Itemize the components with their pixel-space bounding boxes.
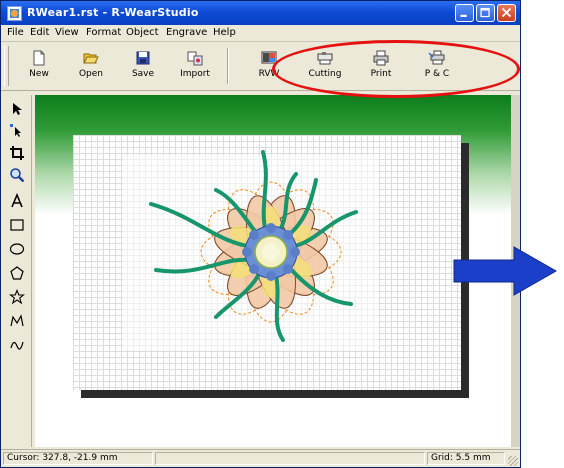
cursor-position: Cursor: 327.8, -21.9 mm — [3, 452, 153, 465]
rectangle-icon — [10, 219, 24, 231]
print-label: Print — [370, 69, 392, 79]
grid-size: Grid: 5.5 mm — [427, 452, 505, 465]
save-button[interactable]: Save — [119, 46, 167, 86]
polygon-icon — [10, 266, 24, 280]
polyline-icon — [10, 314, 24, 327]
tools-panel — [5, 95, 32, 447]
menu-bar: File Edit View Format Object Engrave Hel… — [1, 25, 520, 42]
toolbar-separator — [227, 48, 229, 84]
rvw-label: RVW — [258, 69, 280, 79]
new-label: New — [29, 69, 49, 79]
app-icon — [7, 6, 22, 21]
select-tool[interactable] — [7, 99, 27, 119]
ellipse-tool[interactable] — [7, 239, 27, 259]
rvw-button[interactable]: RVW — [245, 46, 293, 86]
menu-object[interactable]: Object — [126, 27, 159, 38]
new-button[interactable]: New — [15, 46, 63, 86]
menu-help[interactable]: Help — [213, 27, 236, 38]
toolbar-grip[interactable] — [4, 46, 9, 86]
star-tool[interactable] — [7, 287, 27, 307]
save-label: Save — [131, 69, 155, 79]
flower-artwork[interactable] — [121, 147, 411, 357]
polygon-tool[interactable] — [7, 263, 27, 283]
print-and-cut-icon — [428, 50, 445, 65]
minimize-button[interactable] — [455, 4, 474, 22]
cutting-button[interactable]: Cutting — [301, 46, 349, 86]
print-button[interactable]: Print — [357, 46, 405, 86]
maximize-icon — [480, 7, 490, 18]
close-button[interactable] — [497, 4, 516, 22]
node-edit-icon — [10, 124, 21, 137]
close-icon — [501, 7, 512, 18]
printer-icon — [373, 50, 389, 66]
star-icon — [9, 289, 25, 305]
menu-edit[interactable]: Edit — [30, 27, 49, 38]
resize-grip[interactable] — [508, 456, 518, 466]
polyline-tool[interactable] — [7, 311, 27, 331]
text-icon — [11, 193, 23, 208]
select-arrow-icon — [13, 103, 22, 115]
menu-format[interactable]: Format — [86, 27, 121, 38]
node-edit-tool[interactable] — [7, 121, 27, 141]
zoom-icon — [10, 168, 25, 183]
page-grid — [73, 135, 461, 390]
freehand-tool[interactable] — [7, 335, 27, 355]
drawing-canvas[interactable] — [35, 95, 511, 447]
main-toolbar: New Open Save Import RVW Cutting Print P… — [1, 42, 520, 91]
new-document-icon — [33, 50, 45, 66]
minimize-icon — [460, 14, 467, 17]
crop-icon — [10, 146, 24, 160]
menu-file[interactable]: File — [7, 27, 24, 38]
status-message — [155, 452, 425, 465]
import-label: Import — [180, 69, 210, 79]
open-label: Open — [78, 69, 104, 79]
save-disk-icon — [136, 51, 150, 65]
zoom-tool[interactable] — [7, 165, 27, 185]
print-and-cut-button[interactable]: P & C — [413, 46, 461, 86]
app-window: RWear1.rst - R-WearStudio File Edit View… — [0, 0, 521, 468]
maximize-button[interactable] — [476, 4, 495, 22]
rectangle-tool[interactable] — [7, 215, 27, 235]
ellipse-icon — [9, 243, 25, 255]
right-arrow-icon — [453, 246, 558, 296]
menu-engrave[interactable]: Engrave — [166, 27, 207, 38]
cutting-plotter-icon — [317, 52, 333, 65]
open-folder-icon — [83, 53, 99, 64]
freehand-icon — [10, 341, 24, 350]
menu-view[interactable]: View — [55, 27, 79, 38]
open-button[interactable]: Open — [67, 46, 115, 86]
title-bar[interactable]: RWear1.rst - R-WearStudio — [1, 1, 520, 25]
import-button[interactable]: Import — [171, 46, 219, 86]
cutting-label: Cutting — [308, 69, 342, 79]
import-icon — [187, 51, 203, 66]
text-tool[interactable] — [7, 191, 27, 211]
status-bar: Cursor: 327.8, -21.9 mm Grid: 5.5 mm — [1, 449, 520, 468]
window-title: RWear1.rst - R-WearStudio — [27, 6, 199, 19]
crop-tool[interactable] — [7, 143, 27, 163]
pc-label: P & C — [424, 69, 450, 79]
rvw-preview-icon — [261, 51, 277, 64]
